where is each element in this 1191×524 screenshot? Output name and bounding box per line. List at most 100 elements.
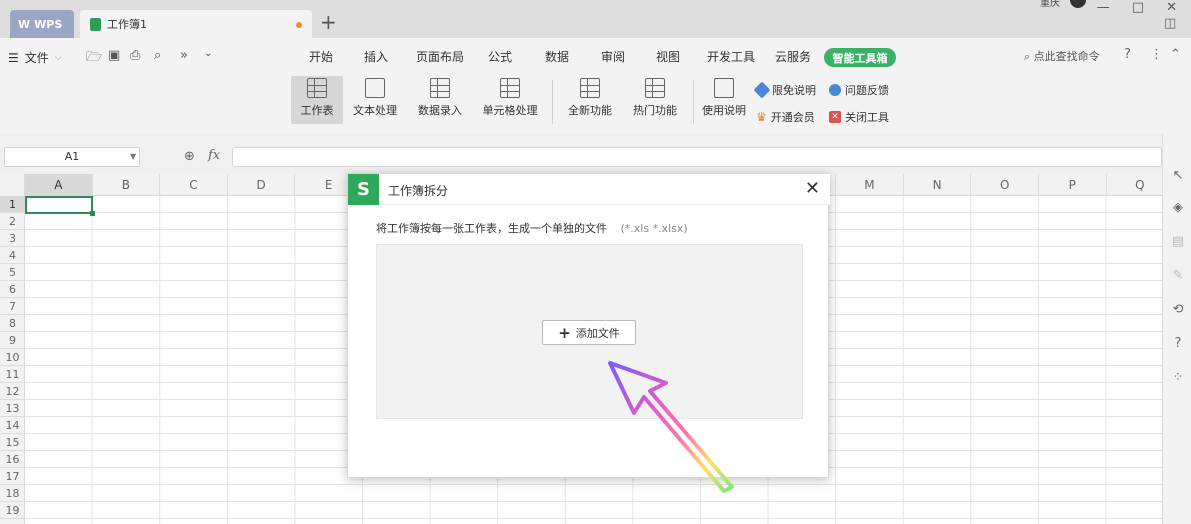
help-icon[interactable]: ? [1124,47,1131,62]
collapse-ribbon-icon[interactable]: ⌃ [1170,47,1181,62]
tab-page-layout[interactable]: 页面布局 [416,48,464,65]
zoom-icon[interactable]: ⊕ [184,149,195,164]
column-header-o[interactable]: O [971,174,1039,196]
row-header-14[interactable]: 14 [0,417,25,434]
row-header-7[interactable]: 7 [0,298,25,315]
row-header-12[interactable]: 12 [0,383,25,400]
menu-bar: ☰ 文件 ⌵ 🗁 ▣ ⎙ ⌕ » ⌄ 开始 插入 页面布局 公式 数据 审阅 视… [0,38,1191,76]
save-icon[interactable]: ▣ [108,48,120,63]
wps-home-tab[interactable]: W WPS [10,10,74,38]
free-trial-info-button[interactable]: 限免说明 [753,81,816,99]
help-circle-icon[interactable]: ? [1170,336,1186,352]
panel-toggle-icon[interactable]: ◫ [1164,16,1176,31]
insert-function-button[interactable]: fx [208,148,220,163]
membership-label: 开通会员 [770,111,815,124]
new-features-button[interactable]: 全新功能 [561,76,619,124]
tab-review[interactable]: 审阅 [601,48,625,65]
worksheet-button[interactable]: 工作表 [291,76,343,124]
file-menu-button[interactable]: ☰ 文件 ⌵ [8,49,62,66]
more-options-icon[interactable]: ⋮ [1150,47,1163,62]
formula-input[interactable] [232,147,1162,167]
command-search-label: 点此查找命令 [1033,50,1100,63]
customize-quick-access-icon[interactable]: ⌄ [204,48,212,59]
user-guide-button[interactable]: 使用说明 [700,76,748,124]
minimize-icon[interactable]: — [1097,0,1110,15]
row-headers: 1 2 3 4 5 6 7 8 9 10 11 12 13 14 15 16 17 18 19 [0,196,25,524]
chevron-down-icon[interactable]: ▼ [130,152,136,161]
add-file-button[interactable]: + 添加文件 [542,320,636,345]
edit-icon[interactable]: ✎ [1170,268,1186,284]
open-folder-icon[interactable]: 🗁 [86,48,102,70]
new-tab-button[interactable]: + [320,12,337,32]
column-header-p[interactable]: P [1039,174,1107,196]
tab-data[interactable]: 数据 [545,48,569,65]
close-icon[interactable]: ✕ [1166,0,1177,15]
select-all-corner[interactable] [0,174,25,196]
workbook-split-dialog: S 工作簿拆分 ✕ 将工作簿按每一张工作表，生成一个单独的文件 (*.xls *… [347,173,830,478]
close-tool-button[interactable]: ✕ 关闭工具 [829,109,889,125]
row-header-16[interactable]: 16 [0,451,25,468]
column-header-m[interactable]: M [836,174,904,196]
pointer-arrow-annotation [608,361,734,493]
row-header-3[interactable]: 3 [0,230,25,247]
feedback-button[interactable]: 问题反馈 [829,82,889,98]
tab-start[interactable]: 开始 [309,48,333,65]
avatar[interactable] [1070,0,1086,8]
close-icon[interactable]: ✕ [805,178,820,199]
dialog-description: 将工作簿按每一张工作表，生成一个单独的文件 (*.xls *.xlsx) [376,220,688,236]
column-header-c[interactable]: C [160,174,228,196]
history-icon[interactable]: ⟲ [1170,302,1186,318]
row-header-15[interactable]: 15 [0,434,25,451]
tab-cloud-services[interactable]: 云服务 [775,48,811,65]
tab-formula[interactable]: 公式 [488,48,512,65]
data-entry-button[interactable]: 数据录入 [411,76,469,124]
pointer-icon[interactable]: ↖ [1170,168,1186,184]
row-header-6[interactable]: 6 [0,281,25,298]
user-name[interactable]: 重庆 [1040,0,1060,9]
column-header-n[interactable]: N [904,174,972,196]
document-tab[interactable]: 工作簿1 [80,10,312,38]
active-cell-selection[interactable] [25,196,95,216]
popular-features-button[interactable]: 热门功能 [626,76,684,124]
cell-processing-button[interactable]: 单元格处理 [476,76,544,124]
text-processing-button[interactable]: 文本处理 [347,76,403,124]
row-header-2[interactable]: 2 [0,213,25,230]
column-header-d[interactable]: D [228,174,296,196]
cell-processing-label: 单元格处理 [482,104,538,117]
row-header-11[interactable]: 11 [0,366,25,383]
row-header-13[interactable]: 13 [0,400,25,417]
tab-developer[interactable]: 开发工具 [707,48,755,65]
tag-icon [753,81,771,99]
new-features-icon [580,78,600,98]
column-header-q[interactable]: Q [1107,174,1162,196]
feedback-label: 问题反馈 [845,84,889,97]
row-header-5[interactable]: 5 [0,264,25,281]
maximize-icon[interactable]: □ [1132,0,1144,15]
dialog-title-bar: S 工作簿拆分 ✕ [348,174,830,205]
membership-button[interactable]: ♛ 开通会员 [756,109,815,125]
row-header-18[interactable]: 18 [0,485,25,502]
shapes-icon[interactable]: ◈ [1170,200,1186,216]
row-header-1[interactable]: 1 [0,196,25,213]
row-header-10[interactable]: 10 [0,349,25,366]
apps-icon[interactable]: ⁘ [1170,370,1186,386]
hamburger-icon: ☰ [8,50,19,65]
row-header-8[interactable]: 8 [0,315,25,332]
tab-smart-toolbox[interactable]: 智能工具箱 [824,48,896,67]
tab-view[interactable]: 视图 [656,48,680,65]
row-header-19[interactable]: 19 [0,502,25,519]
name-box[interactable]: A1 [4,147,140,167]
column-header-b[interactable]: B [93,174,161,196]
command-search[interactable]: ⌕ 点此查找命令 [1024,48,1100,64]
comment-icon[interactable]: ▤ [1170,234,1186,250]
text-processing-icon [365,78,385,98]
column-header-a[interactable]: A [25,174,93,196]
row-header-9[interactable]: 9 [0,332,25,349]
tab-insert[interactable]: 插入 [364,48,388,65]
more-icon[interactable]: » [180,48,188,63]
popular-features-icon [645,78,665,98]
row-header-4[interactable]: 4 [0,247,25,264]
row-header-17[interactable]: 17 [0,468,25,485]
print-preview-icon[interactable]: ⌕ [154,48,161,63]
print-icon[interactable]: ⎙ [130,48,140,63]
